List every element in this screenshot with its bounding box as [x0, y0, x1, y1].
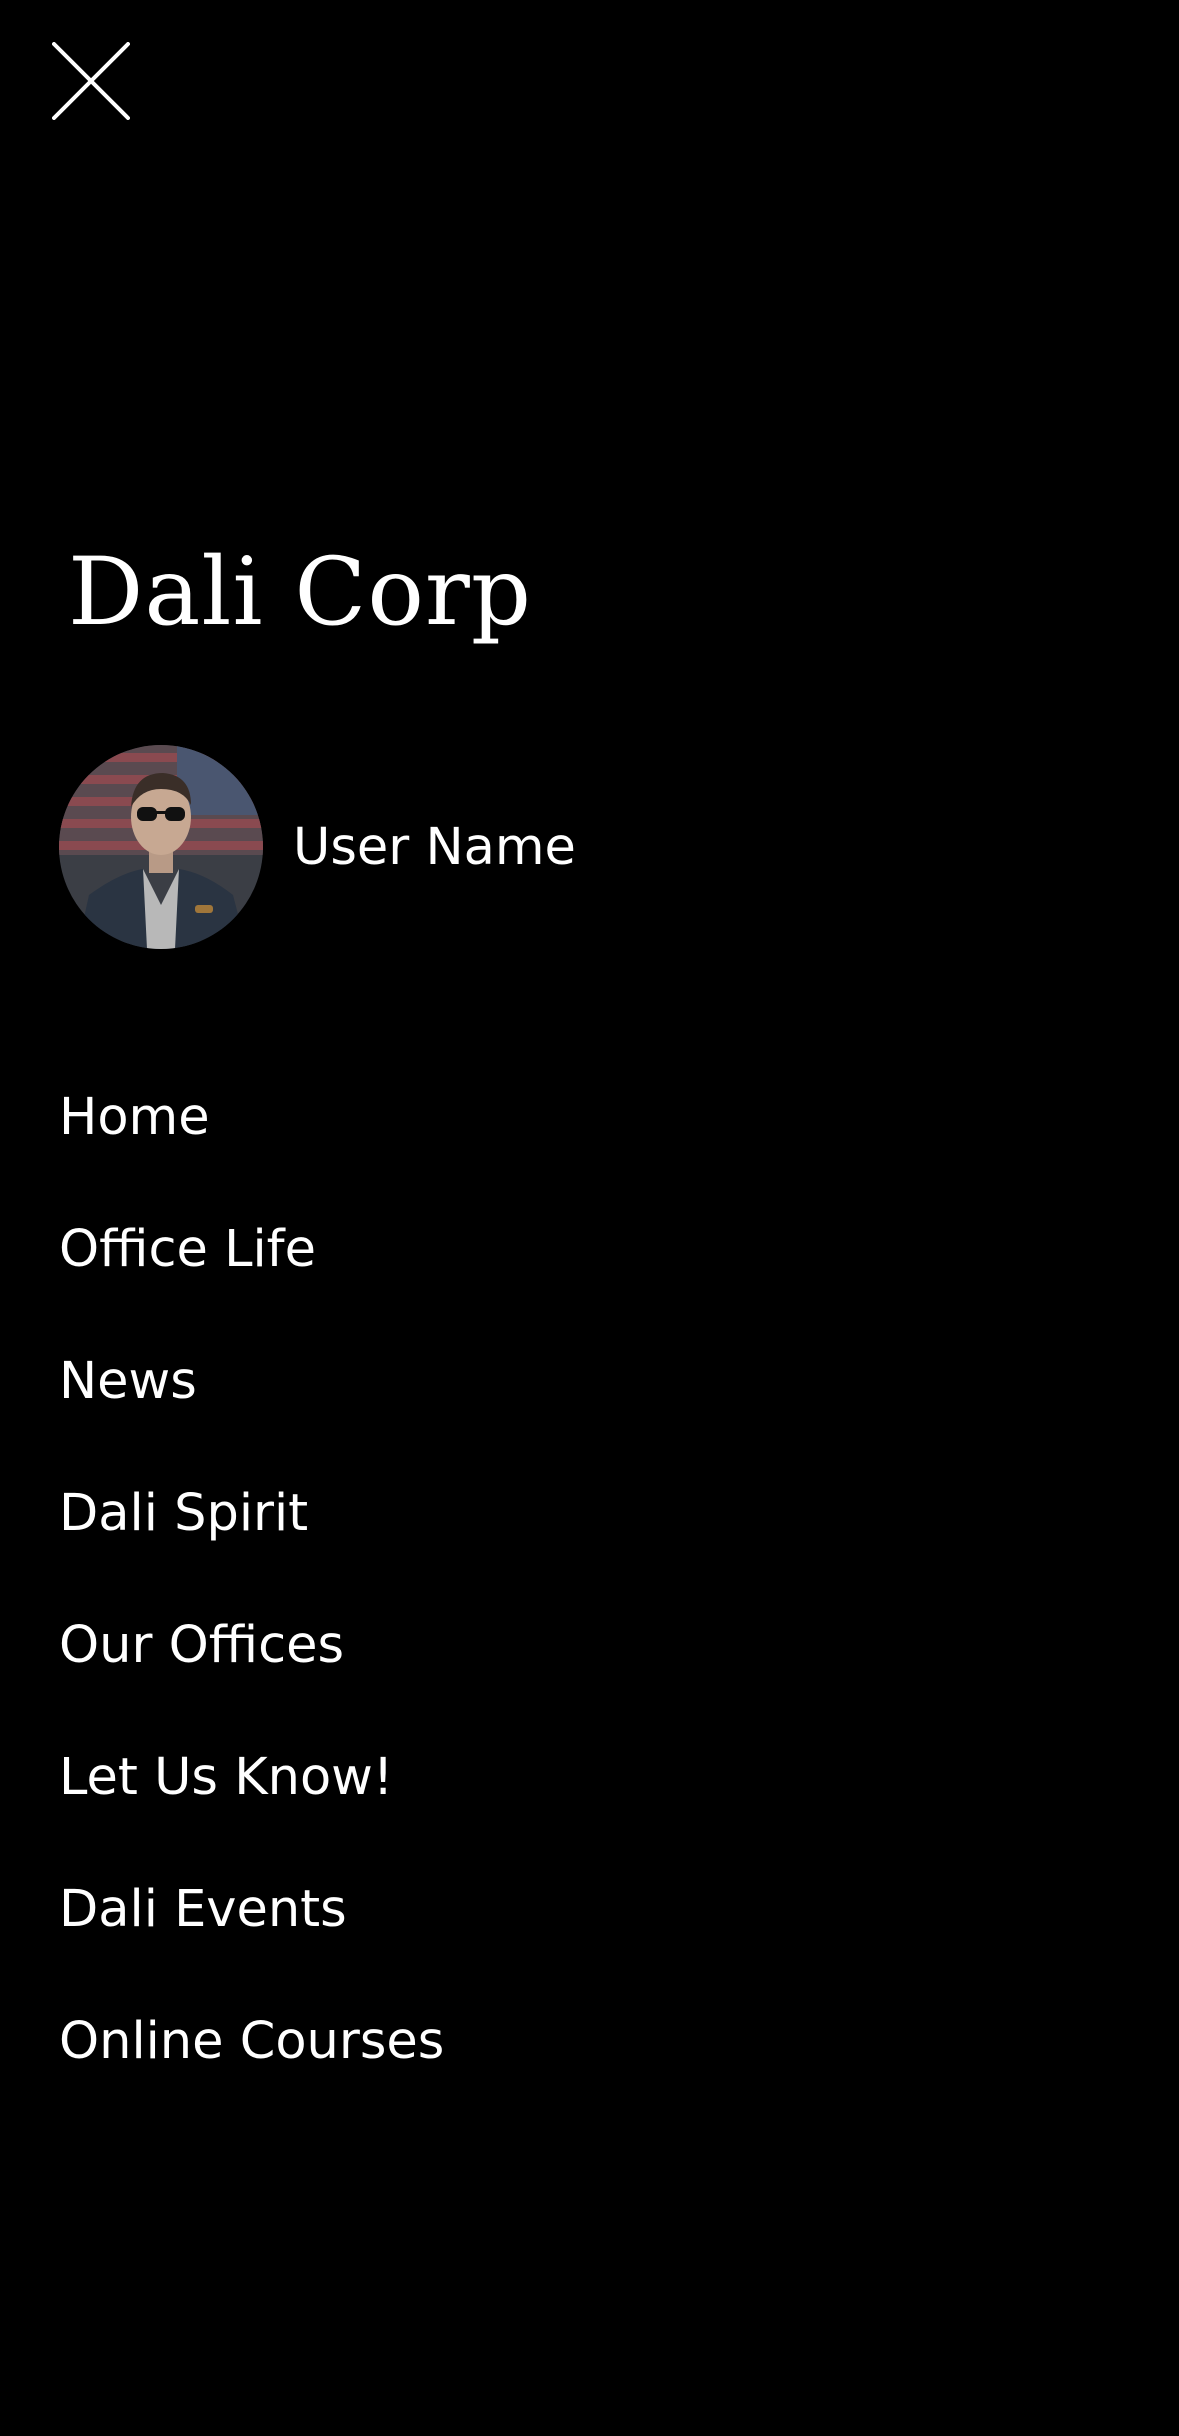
menu-item-dali-events[interactable]: Dali Events	[59, 1844, 444, 1976]
user-name: User Name	[293, 817, 576, 877]
user-profile[interactable]: User Name	[59, 744, 576, 950]
avatar[interactable]	[59, 745, 263, 949]
avatar-photo	[59, 745, 263, 949]
close-button[interactable]	[52, 42, 130, 120]
brand-title: Dali Corp	[68, 538, 533, 647]
menu-item-home[interactable]: Home	[59, 1052, 444, 1184]
menu-item-news[interactable]: News	[59, 1316, 444, 1448]
menu-item-dali-spirit[interactable]: Dali Spirit	[59, 1448, 444, 1580]
nav-menu: Home Office Life News Dali Spirit Our Of…	[59, 1052, 444, 2108]
menu-item-our-offices[interactable]: Our Offices	[59, 1580, 444, 1712]
menu-item-online-courses[interactable]: Online Courses	[59, 1976, 444, 2108]
menu-item-let-us-know[interactable]: Let Us Know!	[59, 1712, 444, 1844]
close-icon	[52, 42, 130, 120]
menu-item-office-life[interactable]: Office Life	[59, 1184, 444, 1316]
